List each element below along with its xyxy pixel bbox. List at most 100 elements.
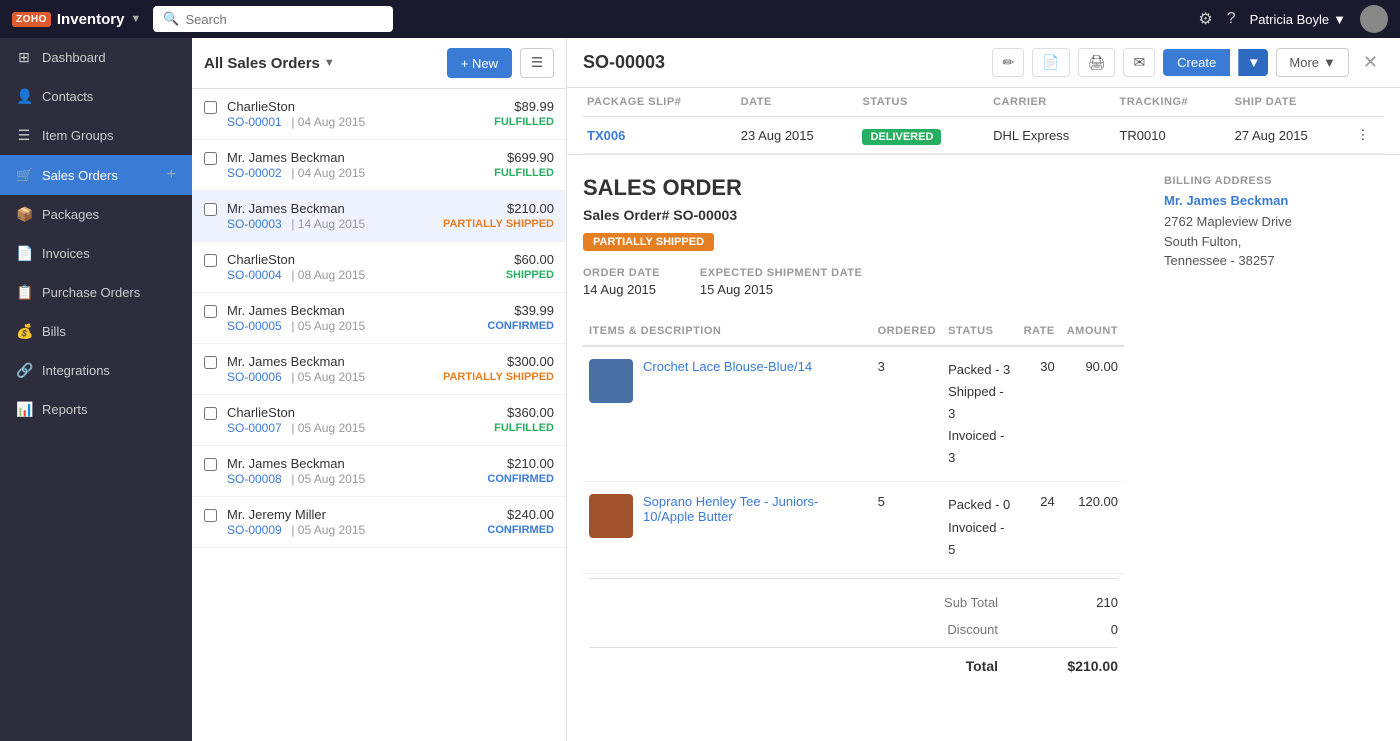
list-item[interactable]: Mr. James Beckman SO-00002 | 04 Aug 2015… (192, 140, 566, 191)
avatar[interactable] (1360, 5, 1388, 33)
order-number-link[interactable]: SO-00007 (227, 421, 282, 435)
more-label: More (1289, 55, 1319, 70)
order-checkbox[interactable] (204, 407, 217, 420)
discount-label: Discount (878, 622, 998, 637)
pkg-slip-link[interactable]: TX006 (587, 128, 625, 143)
main-layout: ⊞ Dashboard 👤 Contacts ☰ Item Groups 🛒 S… (0, 38, 1400, 741)
reports-icon: 📊 (16, 401, 32, 418)
item-image (589, 359, 633, 403)
order-info: CharlieSton SO-00004 | 08 Aug 2015 (227, 252, 496, 282)
sidebar-label-item-groups: Item Groups (42, 128, 176, 143)
order-checkbox[interactable] (204, 203, 217, 216)
sidebar-item-purchase-orders[interactable]: 📋 Purchase Orders (0, 273, 192, 312)
billing-addr2: South Fulton, (1164, 232, 1384, 252)
order-checkbox[interactable] (204, 356, 217, 369)
order-amount: $360.00 (494, 405, 554, 420)
pdf-button[interactable]: 📄 (1032, 48, 1069, 77)
sidebar-item-dashboard[interactable]: ⊞ Dashboard (0, 38, 192, 77)
order-number-link[interactable]: SO-00005 (227, 319, 282, 333)
order-amount: $210.00 (487, 456, 554, 471)
list-item[interactable]: Mr. James Beckman SO-00003 | 14 Aug 2015… (192, 191, 566, 242)
order-customer: CharlieSton (227, 99, 484, 114)
order-number-link[interactable]: SO-00003 (227, 217, 282, 231)
list-item[interactable]: Mr. James Beckman SO-00005 | 05 Aug 2015… (192, 293, 566, 344)
pkg-status: DELIVERED (858, 117, 989, 154)
order-number-link[interactable]: SO-00006 (227, 370, 282, 384)
delivered-badge: DELIVERED (862, 129, 941, 145)
list-item[interactable]: CharlieSton SO-00004 | 08 Aug 2015 $60.0… (192, 242, 566, 293)
expected-date-block: EXPECTED SHIPMENT DATE 15 Aug 2015 (700, 267, 862, 297)
sidebar-item-integrations[interactable]: 🔗 Integrations (0, 351, 192, 390)
order-status: CONFIRMED (487, 524, 554, 536)
item-ordered: 3 (872, 346, 943, 482)
pkg-col-header: TRACKING# (1115, 88, 1230, 117)
list-item[interactable]: Mr. Jeremy Miller SO-00009 | 05 Aug 2015… (192, 497, 566, 548)
invoices-icon: 📄 (16, 245, 32, 262)
settings-icon[interactable]: ⚙ (1198, 9, 1212, 29)
list-item[interactable]: CharlieSton SO-00007 | 05 Aug 2015 $360.… (192, 395, 566, 446)
sidebar-item-sales-orders[interactable]: 🛒 Sales Orders + (0, 155, 192, 195)
order-number-link[interactable]: SO-00008 (227, 472, 282, 486)
pkg-col-menu (1352, 88, 1384, 117)
pkg-col-header: CARRIER (989, 88, 1115, 117)
list-title-text: All Sales Orders (204, 55, 320, 72)
sidebar-item-item-groups[interactable]: ☰ Item Groups (0, 116, 192, 155)
create-button[interactable]: Create (1163, 49, 1230, 76)
partial-status-badge: PARTIALLY SHIPPED (583, 233, 714, 251)
app-logo[interactable]: ZOHO Inventory ▼ (12, 11, 141, 28)
edit-button[interactable]: ✏ (992, 48, 1024, 77)
search-icon: 🔍 (163, 11, 179, 27)
discount-value: 0 (1038, 622, 1118, 637)
list-title-dropdown-icon[interactable]: ▼ (324, 57, 335, 69)
app-dropdown-icon[interactable]: ▼ (130, 13, 141, 25)
order-status: PARTIALLY SHIPPED (443, 371, 554, 383)
email-button[interactable]: ✉ (1123, 48, 1155, 77)
order-checkbox[interactable] (204, 101, 217, 114)
order-date: | 14 Aug 2015 (291, 217, 365, 231)
order-checkbox[interactable] (204, 509, 217, 522)
sidebar-item-reports[interactable]: 📊 Reports (0, 390, 192, 429)
create-dropdown-button[interactable]: ▼ (1238, 49, 1268, 76)
help-icon[interactable]: ? (1227, 10, 1236, 28)
order-number-date: SO-00001 | 04 Aug 2015 (227, 114, 484, 129)
sidebar-label-invoices: Invoices (42, 246, 176, 261)
order-info: Mr. James Beckman SO-00002 | 04 Aug 2015 (227, 150, 484, 180)
user-menu[interactable]: Patricia Boyle ▼ (1250, 12, 1346, 27)
detail-left: SALES ORDER Sales Order# SO-00003 PARTIA… (583, 175, 1124, 680)
order-number-link[interactable]: SO-00004 (227, 268, 282, 282)
pkg-row-menu[interactable]: ⋮ (1352, 117, 1384, 154)
close-button[interactable]: ✕ (1357, 50, 1384, 75)
sales-orders-icon: 🛒 (16, 167, 32, 184)
sidebar-item-packages[interactable]: 📦 Packages (0, 195, 192, 234)
more-button[interactable]: More ▼ (1276, 48, 1349, 77)
sidebar-item-contacts[interactable]: 👤 Contacts (0, 77, 192, 116)
item-name-link[interactable]: Soprano Henley Tee - Juniors-10/Apple Bu… (643, 494, 866, 524)
search-input[interactable] (185, 12, 383, 27)
order-number-link[interactable]: SO-00002 (227, 166, 282, 180)
list-menu-button[interactable]: ☰ (520, 48, 554, 78)
pkg-col-header: PACKAGE SLIP# (583, 88, 737, 117)
add-sales-order-icon[interactable]: + (167, 166, 176, 184)
print-button[interactable]: 🖨 (1078, 48, 1116, 77)
sidebar-label-packages: Packages (42, 207, 176, 222)
order-checkbox[interactable] (204, 305, 217, 318)
list-item[interactable]: CharlieSton SO-00001 | 04 Aug 2015 $89.9… (192, 89, 566, 140)
order-info: Mr. Jeremy Miller SO-00009 | 05 Aug 2015 (227, 507, 477, 537)
total-value: $210.00 (1038, 658, 1118, 674)
order-checkbox[interactable] (204, 458, 217, 471)
sidebar-item-invoices[interactable]: 📄 Invoices (0, 234, 192, 273)
list-item[interactable]: Mr. James Beckman SO-00008 | 05 Aug 2015… (192, 446, 566, 497)
order-checkbox[interactable] (204, 254, 217, 267)
items-col-header: ORDERED (872, 317, 943, 346)
list-title: All Sales Orders ▼ (204, 55, 335, 72)
item-status-line: Invoiced - 5 (948, 517, 1011, 561)
sidebar-item-bills[interactable]: 💰 Bills (0, 312, 192, 351)
order-number-link[interactable]: SO-00009 (227, 523, 282, 537)
new-order-button[interactable]: + New (447, 48, 512, 78)
order-checkbox[interactable] (204, 152, 217, 165)
sidebar-label-contacts: Contacts (42, 89, 176, 104)
list-item[interactable]: Mr. James Beckman SO-00006 | 05 Aug 2015… (192, 344, 566, 395)
order-number-link[interactable]: SO-00001 (227, 115, 282, 129)
item-name-link[interactable]: Crochet Lace Blouse-Blue/14 (643, 359, 812, 374)
order-customer: Mr. James Beckman (227, 150, 484, 165)
